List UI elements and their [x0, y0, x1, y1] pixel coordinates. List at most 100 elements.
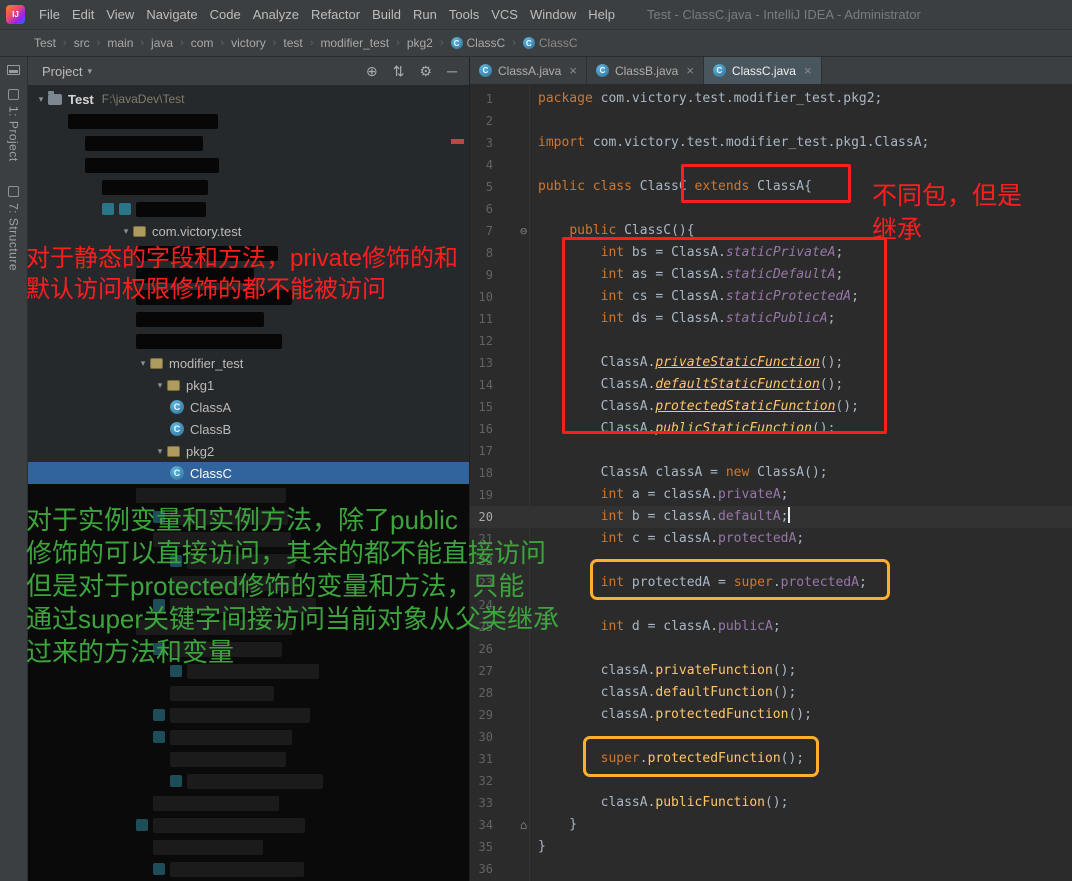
tree-item-pkg2[interactable]: ▾ pkg2: [28, 440, 469, 462]
breadcrumb-com-4[interactable]: com: [187, 36, 218, 50]
code-line-10[interactable]: 10 int cs = ClassA.staticProtectedA;: [470, 286, 1072, 308]
menu-view[interactable]: View: [100, 0, 140, 29]
code-line-3[interactable]: 3 import com.victory.test.modifier_test.p…: [470, 132, 1072, 154]
breadcrumb-victory-5[interactable]: victory: [227, 36, 270, 50]
code-line-22[interactable]: 22: [470, 550, 1072, 572]
code-line-25[interactable]: 25 int d = classA.publicA;: [470, 616, 1072, 638]
menu-file[interactable]: File: [33, 0, 66, 29]
line-number[interactable]: 8: [470, 242, 493, 264]
code-line-7[interactable]: 7 public ClassC(){⊖: [470, 220, 1072, 242]
line-number[interactable]: 7: [470, 220, 493, 242]
line-number[interactable]: 20: [470, 506, 493, 528]
tree-item-com-victory-test[interactable]: ▾ com.victory.test: [28, 220, 469, 242]
tree-item-classb[interactable]: C ClassB: [28, 418, 469, 440]
line-number[interactable]: 27: [470, 660, 493, 682]
menu-navigate[interactable]: Navigate: [140, 0, 203, 29]
breadcrumb-test-6[interactable]: test: [279, 36, 306, 50]
line-number[interactable]: 31: [470, 748, 493, 770]
project-panel-title[interactable]: Project: [42, 64, 82, 79]
menu-build[interactable]: Build: [366, 0, 407, 29]
code-line-36[interactable]: 36: [470, 858, 1072, 880]
line-number[interactable]: 14: [470, 374, 493, 396]
code-line-20[interactable]: 20 int b = classA.defaultA;: [470, 506, 1072, 528]
code-line-26[interactable]: 26: [470, 638, 1072, 660]
line-number[interactable]: 28: [470, 682, 493, 704]
breadcrumb-classc-9[interactable]: C ClassC: [447, 36, 510, 50]
line-number[interactable]: 34: [470, 814, 493, 836]
close-icon[interactable]: ×: [569, 63, 577, 78]
line-number[interactable]: 18: [470, 462, 493, 484]
line-number[interactable]: 3: [470, 132, 493, 154]
code-line-12[interactable]: 12: [470, 330, 1072, 352]
breadcrumb-src-1[interactable]: src: [70, 36, 94, 50]
code-line-16[interactable]: 16 ClassA.publicStaticFunction();: [470, 418, 1072, 440]
code-line-28[interactable]: 28 classA.defaultFunction();: [470, 682, 1072, 704]
hide-panel-icon[interactable]: ─: [447, 64, 457, 78]
breadcrumb-classc-10[interactable]: C ClassC: [519, 36, 582, 50]
code-line-32[interactable]: 32: [470, 770, 1072, 792]
menu-vcs[interactable]: VCS: [485, 0, 524, 29]
line-number[interactable]: 19: [470, 484, 493, 506]
code-line-21[interactable]: 21 int c = classA.protectedA;: [470, 528, 1072, 550]
code-line-6[interactable]: 6: [470, 198, 1072, 220]
line-number[interactable]: 30: [470, 726, 493, 748]
line-number[interactable]: 25: [470, 616, 493, 638]
menu-run[interactable]: Run: [407, 0, 443, 29]
line-number[interactable]: 17: [470, 440, 493, 462]
gear-icon[interactable]: ⚙: [420, 64, 433, 78]
code-line-9[interactable]: 9 int as = ClassA.staticDefaultA;: [470, 264, 1072, 286]
tree-item-classa[interactable]: C ClassA: [28, 396, 469, 418]
tab-classa-java[interactable]: C ClassA.java ×: [470, 57, 587, 84]
breadcrumb-main-2[interactable]: main: [103, 36, 137, 50]
code-line-11[interactable]: 11 int ds = ClassA.staticPublicA;: [470, 308, 1072, 330]
code-line-23[interactable]: 23 int protectedA = super.protectedA;: [470, 572, 1072, 594]
menu-refactor[interactable]: Refactor: [305, 0, 366, 29]
code-line-18[interactable]: 18 ClassA classA = new ClassA();: [470, 462, 1072, 484]
code-line-17[interactable]: 17: [470, 440, 1072, 462]
tree-item-pkg1[interactable]: ▾ pkg1: [28, 374, 469, 396]
menu-tools[interactable]: Tools: [443, 0, 485, 29]
line-number[interactable]: 35: [470, 836, 493, 858]
code-line-1[interactable]: 1 package com.victory.test.modifier_test.…: [470, 88, 1072, 110]
line-number[interactable]: 12: [470, 330, 493, 352]
breadcrumb-test-0[interactable]: Test: [30, 36, 60, 50]
line-number[interactable]: 6: [470, 198, 493, 220]
breadcrumb-pkg2-8[interactable]: pkg2: [403, 36, 437, 50]
tree-item-modifier-test[interactable]: ▾ modifier_test: [28, 352, 469, 374]
line-number[interactable]: 26: [470, 638, 493, 660]
tree-item-test[interactable]: ▾ Test F:\javaDev\Test: [28, 88, 469, 110]
line-number[interactable]: 24: [470, 594, 493, 616]
line-number[interactable]: 32: [470, 770, 493, 792]
code-line-24[interactable]: 24: [470, 594, 1072, 616]
tool-button-7-structure[interactable]: 7: Structure: [7, 185, 21, 271]
code-line-13[interactable]: 13 ClassA.privateStaticFunction();: [470, 352, 1072, 374]
line-number[interactable]: 29: [470, 704, 493, 726]
menu-help[interactable]: Help: [582, 0, 621, 29]
code-area[interactable]: 1 package com.victory.test.modifier_test.…: [470, 85, 1072, 881]
line-number[interactable]: 13: [470, 352, 493, 374]
line-number[interactable]: 22: [470, 550, 493, 572]
tool-button-1-project[interactable]: 1: Project: [7, 89, 21, 162]
menu-edit[interactable]: Edit: [66, 0, 100, 29]
line-number[interactable]: 1: [470, 88, 493, 110]
code-line-29[interactable]: 29 classA.protectedFunction();: [470, 704, 1072, 726]
tab-classc-java[interactable]: C ClassC.java ×: [703, 57, 822, 84]
line-number[interactable]: 16: [470, 418, 493, 440]
code-line-34[interactable]: 34 } ⌂: [470, 814, 1072, 836]
line-number[interactable]: 5: [470, 176, 493, 198]
line-number[interactable]: 23: [470, 572, 493, 594]
line-number[interactable]: 33: [470, 792, 493, 814]
code-line-27[interactable]: 27 classA.privateFunction();: [470, 660, 1072, 682]
code-line-30[interactable]: 30: [470, 726, 1072, 748]
tool-windows-icon[interactable]: [7, 65, 20, 75]
line-number[interactable]: 15: [470, 396, 493, 418]
breadcrumb-java-3[interactable]: java: [147, 36, 177, 50]
tree-item-classc[interactable]: C ClassC: [28, 462, 469, 484]
line-number[interactable]: 10: [470, 286, 493, 308]
code-line-2[interactable]: 2: [470, 110, 1072, 132]
code-line-5[interactable]: 5 public class ClassC extends ClassA{: [470, 176, 1072, 198]
code-line-8[interactable]: 8 int bs = ClassA.staticPrivateA;: [470, 242, 1072, 264]
code-line-14[interactable]: 14 ClassA.defaultStaticFunction();: [470, 374, 1072, 396]
tab-classb-java[interactable]: C ClassB.java ×: [587, 57, 704, 84]
code-line-33[interactable]: 33 classA.publicFunction();: [470, 792, 1072, 814]
